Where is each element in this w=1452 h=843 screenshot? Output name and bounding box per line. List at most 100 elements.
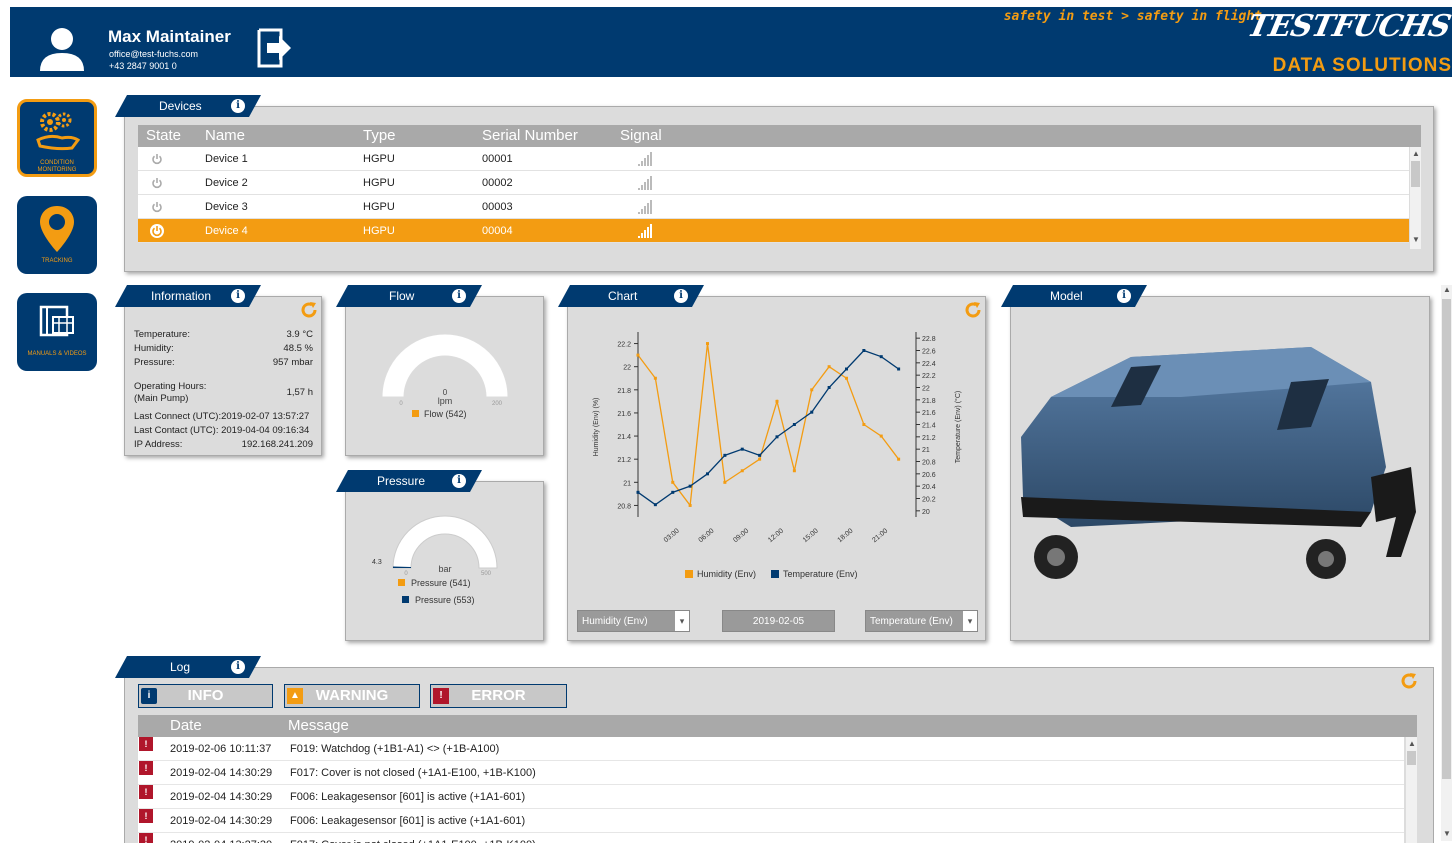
filter-info-button[interactable]: i INFO bbox=[138, 684, 273, 708]
nav-condition-monitoring[interactable]: CONDITION MONITORING bbox=[17, 99, 97, 177]
chart-date-picker[interactable]: 2019-02-05 bbox=[722, 610, 835, 632]
log-row[interactable]: ! 2019-02-06 10:11:37 F019: Watchdog (+1B1… bbox=[138, 737, 1404, 761]
pressure-legend2-swatch bbox=[402, 596, 409, 603]
data-point bbox=[723, 453, 727, 457]
info-icon[interactable]: i bbox=[231, 99, 245, 113]
chevron-down-icon: ▾ bbox=[675, 611, 689, 631]
pressure-unit: bar bbox=[438, 564, 451, 574]
flow-unit: lpm bbox=[438, 396, 453, 406]
user-avatar-icon bbox=[40, 28, 84, 71]
column-header-state[interactable]: State bbox=[146, 125, 181, 147]
x-tick-label: 06:00 bbox=[698, 527, 716, 544]
info-icon[interactable]: i bbox=[1117, 289, 1131, 303]
pressure-legend1: Pressure (541) bbox=[411, 578, 471, 588]
log-row[interactable]: ! 2019-02-04 14:30:29 F006: Leakagesensor … bbox=[138, 809, 1404, 833]
data-point bbox=[827, 365, 831, 369]
filter-warning-label: WARNING bbox=[315, 687, 389, 704]
log-date: 2019-02-04 14:30:29 bbox=[170, 767, 273, 779]
y2-tick-label: 21.6 bbox=[922, 410, 936, 417]
info-icon[interactable]: i bbox=[452, 474, 466, 488]
device-name: Device 4 bbox=[205, 225, 248, 237]
data-point bbox=[671, 490, 675, 494]
scroll-thumb[interactable] bbox=[1442, 299, 1451, 779]
log-row[interactable]: ! 2019-02-04 14:30:29 F017: Cover is not c… bbox=[138, 761, 1404, 785]
column-header-serial[interactable]: Serial Number bbox=[482, 125, 578, 147]
data-point bbox=[758, 453, 762, 457]
data-point bbox=[706, 342, 709, 346]
model-tab: Model i bbox=[1001, 285, 1147, 307]
devices-scrollbar[interactable]: ▲ ▼ bbox=[1410, 147, 1421, 249]
column-header-message[interactable]: Message bbox=[288, 715, 349, 737]
filter-error-button[interactable]: ! ERROR bbox=[430, 684, 567, 708]
information-title: Information bbox=[151, 289, 212, 303]
device-row[interactable]: Device 2 HGPU 00002 bbox=[138, 171, 1409, 195]
data-point bbox=[810, 388, 814, 392]
pressure-min: 0 bbox=[404, 571, 408, 577]
chart-tab: Chart i bbox=[558, 285, 704, 307]
log-scrollbar[interactable]: ▲ bbox=[1406, 737, 1417, 843]
column-header-date[interactable]: Date bbox=[170, 715, 202, 737]
signal-icon bbox=[638, 171, 654, 195]
data-point bbox=[845, 367, 848, 371]
chart-left-series-select[interactable]: Humidity (Env) ▾ bbox=[577, 610, 690, 632]
log-message: F017: Cover is not closed (+1A1-E100, +1… bbox=[290, 767, 536, 779]
log-message: F017: Cover is not closed (+1A1-E100, +1… bbox=[290, 833, 536, 843]
log-row[interactable]: ! 2019-02-04 13:27:30 F017: Cover is not c… bbox=[138, 833, 1404, 843]
scroll-up-icon[interactable]: ▲ bbox=[1408, 739, 1416, 748]
scroll-up-icon[interactable]: ▲ bbox=[1443, 285, 1451, 294]
power-icon bbox=[150, 171, 164, 195]
gears-hand-icon bbox=[36, 112, 81, 151]
user-name: Max Maintainer bbox=[108, 27, 231, 46]
scroll-thumb[interactable] bbox=[1411, 161, 1420, 187]
data-point bbox=[671, 480, 675, 484]
info-icon[interactable]: i bbox=[674, 289, 688, 303]
info-icon[interactable]: i bbox=[231, 289, 245, 303]
devices-panel: State Name Type Serial Number Signal Dev… bbox=[124, 106, 1434, 272]
data-point bbox=[688, 503, 692, 507]
log-row[interactable]: ! 2019-02-04 14:30:29 F006: Leakagesensor … bbox=[138, 785, 1404, 809]
info-icon[interactable]: i bbox=[452, 289, 466, 303]
column-header-type[interactable]: Type bbox=[363, 125, 396, 147]
column-header-name[interactable]: Name bbox=[205, 125, 245, 147]
devices-tab: Devices i bbox=[115, 95, 261, 117]
refresh-icon[interactable] bbox=[1400, 672, 1418, 690]
scroll-up-icon[interactable]: ▲ bbox=[1412, 149, 1420, 158]
flow-gauge: 0 200 0 lpm Flow (542) bbox=[381, 333, 509, 419]
device-row[interactable]: Device 1 HGPU 00001 bbox=[138, 147, 1409, 171]
y-tick-label: 21.6 bbox=[617, 411, 631, 418]
pressure-max: 500 bbox=[481, 571, 492, 577]
device-row[interactable]: Device 3 HGPU 00003 bbox=[138, 195, 1409, 219]
device-name: Device 3 bbox=[205, 201, 248, 213]
device-row[interactable]: Device 4 HGPU 00004 bbox=[138, 219, 1409, 243]
scroll-down-icon[interactable]: ▼ bbox=[1443, 829, 1451, 838]
y2-tick-label: 22.4 bbox=[922, 361, 936, 368]
logout-icon[interactable] bbox=[255, 26, 293, 70]
power-icon bbox=[150, 219, 164, 243]
pressure-title: Pressure bbox=[377, 474, 426, 488]
information-list: Temperature: 3.9 °C Humidity: 48.5 % Press… bbox=[134, 329, 313, 450]
info-icon[interactable]: i bbox=[231, 660, 245, 674]
device-type: HGPU bbox=[363, 225, 395, 237]
select-value: Humidity (Env) bbox=[582, 616, 648, 627]
log-date: 2019-02-04 14:30:29 bbox=[170, 791, 273, 803]
pressure-label: Pressure: bbox=[134, 357, 175, 368]
scroll-down-icon[interactable]: ▼ bbox=[1412, 235, 1420, 244]
refresh-icon[interactable] bbox=[300, 301, 318, 319]
operating-hours-value: 1,57 h bbox=[286, 387, 313, 398]
filter-warning-button[interactable]: ▲ WARNING bbox=[284, 684, 420, 708]
nav-tracking[interactable]: TRACKING bbox=[17, 196, 97, 274]
log-message: F006: Leakagesensor [601] is active (+1A… bbox=[290, 815, 526, 827]
page-scrollbar[interactable]: ▲ ▼ bbox=[1441, 285, 1452, 841]
log-tab: Log i bbox=[115, 656, 261, 678]
log-table-header: Date Message bbox=[138, 715, 1417, 737]
series-line bbox=[637, 349, 900, 506]
nav-manuals-videos[interactable]: MANUALS & VIDEOS bbox=[17, 293, 97, 371]
x-tick-label: 15:00 bbox=[802, 527, 820, 544]
chart-right-series-select[interactable]: Temperature (Env) ▾ bbox=[865, 610, 978, 632]
column-header-signal[interactable]: Signal bbox=[620, 125, 662, 147]
y2-tick-label: 22.2 bbox=[922, 373, 936, 380]
legend-humidity-swatch bbox=[685, 570, 693, 578]
humidity-label: Humidity: bbox=[134, 343, 174, 354]
y-tick-label: 22.2 bbox=[617, 342, 631, 349]
scroll-thumb[interactable] bbox=[1407, 751, 1416, 765]
